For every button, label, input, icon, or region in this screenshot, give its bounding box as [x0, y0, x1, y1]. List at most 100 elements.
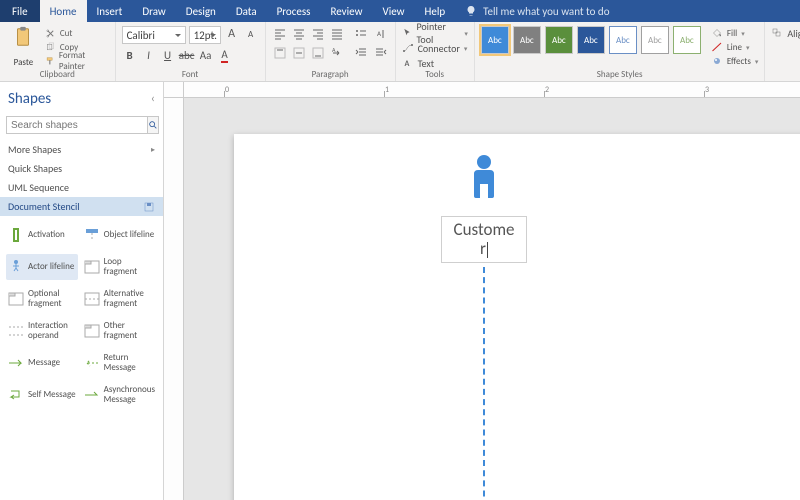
actor-label-editor[interactable]: Custome r [441, 216, 527, 263]
font-size-select[interactable]: 12pt. [189, 26, 221, 44]
tab-review[interactable]: Review [320, 0, 372, 22]
line-icon [711, 41, 723, 53]
stencil-optional-fragment[interactable]: Optional fragment [6, 286, 78, 312]
shapes-panel-title: Shapes [8, 90, 51, 108]
align-button[interactable]: Alig [771, 26, 800, 40]
style-swatch-6[interactable]: Abc [673, 26, 701, 54]
text-cursor [487, 242, 488, 258]
shapes-panel: Shapes ‹ More Shapes▸ Quick Shapes UML S… [0, 82, 164, 500]
font-family-select[interactable]: Calibri [122, 26, 186, 44]
group-label-font: Font [116, 69, 265, 80]
underline-button[interactable]: U [160, 47, 176, 63]
paste-icon [11, 26, 35, 48]
justify-button[interactable] [329, 26, 345, 42]
effects-icon [711, 55, 723, 67]
stencil-other-fragment[interactable]: Other fragment [82, 318, 157, 344]
style-swatch-0[interactable]: Abc [481, 26, 509, 54]
menu-tabs: File Home Insert Draw Design Data Proces… [0, 0, 800, 22]
tell-me-search[interactable]: Tell me what you want to do [455, 0, 609, 22]
tab-design[interactable]: Design [176, 0, 226, 22]
stencil-alternative-fragment[interactable]: Alternative fragment [82, 286, 157, 312]
tab-home[interactable]: Home [40, 0, 87, 22]
ruler-mark: 1 [385, 85, 389, 95]
font-color-button[interactable]: A [217, 47, 233, 63]
tab-help[interactable]: Help [415, 0, 456, 22]
style-swatch-3[interactable]: Abc [577, 26, 605, 54]
svg-text:A: A [377, 29, 382, 38]
connector-tool-button[interactable]: Connector ▾ [402, 41, 468, 55]
decrease-indent-button[interactable] [353, 44, 369, 60]
scissors-icon [45, 28, 56, 39]
text-icon: A [402, 57, 414, 69]
group-arrange: Alig [765, 22, 800, 81]
ruler-mark: 0 [225, 85, 229, 95]
stencil-activation[interactable]: Activation [6, 222, 78, 248]
case-button[interactable]: Aa [198, 47, 214, 63]
ruler-corner [164, 82, 184, 98]
shape-effects-button[interactable]: Effects ▾ [711, 54, 758, 68]
stencil-self-message[interactable]: Self Message [6, 382, 78, 408]
align-right-button[interactable] [310, 26, 326, 42]
connector-icon [402, 42, 414, 54]
format-painter-button[interactable]: Format Painter [45, 54, 109, 68]
shape-line-button[interactable]: Line ▾ [711, 40, 758, 54]
group-font: Calibri 12pt. A A B I U abc Aa A Font [116, 22, 266, 81]
lightbulb-icon [465, 5, 477, 17]
person-icon [464, 154, 504, 210]
paste-button[interactable]: Paste [6, 26, 41, 68]
shrink-font-button[interactable]: A [243, 26, 259, 42]
align-top-button[interactable] [272, 45, 288, 61]
canvas-area[interactable]: 0123 Custome r [164, 82, 800, 500]
tab-insert[interactable]: Insert [87, 0, 133, 22]
stencil-loop-fragment[interactable]: Loop fragment [82, 254, 157, 280]
category-quick-shapes[interactable]: Quick Shapes [0, 159, 163, 178]
style-swatch-5[interactable]: Abc [641, 26, 669, 54]
align-bottom-button[interactable] [310, 45, 326, 61]
text-rotate-button[interactable]: A [373, 26, 389, 42]
bullets-button[interactable] [353, 26, 369, 42]
stencil-object-lifeline[interactable]: Object lifeline [82, 222, 157, 248]
stencil-return-message[interactable]: Return Message [82, 350, 157, 376]
tab-view[interactable]: View [372, 0, 414, 22]
search-button[interactable] [147, 116, 159, 134]
paintbrush-icon [45, 56, 55, 67]
style-swatch-2[interactable]: Abc [545, 26, 573, 54]
group-tools: Pointer Tool ▾ Connector ▾ A Text Tools [396, 22, 475, 81]
align-middle-button[interactable] [291, 45, 307, 61]
collapse-panel-button[interactable]: ‹ [151, 92, 155, 106]
grow-font-button[interactable]: A [224, 26, 240, 42]
style-swatch-4[interactable]: Abc [609, 26, 637, 54]
actor-lifeline-shape[interactable]: Custome r [439, 154, 529, 500]
pointer-tool-button[interactable]: Pointer Tool ▾ [402, 26, 468, 40]
category-more-shapes[interactable]: More Shapes▸ [0, 140, 163, 159]
ribbon: Paste Cut Copy Format Painter Clipboard … [0, 22, 800, 82]
align-icon [771, 27, 783, 39]
drawing-page[interactable]: Custome r [234, 134, 800, 500]
ruler-vertical [164, 98, 184, 500]
increase-indent-button[interactable] [373, 44, 389, 60]
tab-file[interactable]: File [0, 0, 40, 22]
group-label-shape-styles: Shape Styles [475, 69, 764, 80]
lifeline[interactable] [483, 267, 485, 500]
text-direction-button[interactable]: A [329, 45, 345, 61]
cut-button[interactable]: Cut [45, 26, 109, 40]
stencil-interaction-operand[interactable]: Interaction operand [6, 318, 78, 344]
stencil-message[interactable]: Message [6, 350, 78, 376]
shape-fill-button[interactable]: Fill ▾ [711, 26, 758, 40]
align-left-button[interactable] [272, 26, 288, 42]
strike-button[interactable]: abc [179, 47, 195, 63]
ruler-horizontal: 0123 [184, 82, 800, 98]
text-tool-button[interactable]: A Text [402, 56, 468, 70]
category-uml-sequence[interactable]: UML Sequence [0, 178, 163, 197]
stencil-actor-lifeline[interactable]: Actor lifeline [6, 254, 78, 280]
bold-button[interactable]: B [122, 47, 138, 63]
tab-process[interactable]: Process [267, 0, 321, 22]
tab-draw[interactable]: Draw [132, 0, 175, 22]
search-shapes-input[interactable] [6, 116, 147, 134]
category-document-stencil[interactable]: Document Stencil [0, 197, 163, 216]
align-center-button[interactable] [291, 26, 307, 42]
stencil-async-message[interactable]: Asynchronous Message [82, 382, 157, 408]
italic-button[interactable]: I [141, 47, 157, 63]
tab-data[interactable]: Data [226, 0, 267, 22]
style-swatch-1[interactable]: Abc [513, 26, 541, 54]
